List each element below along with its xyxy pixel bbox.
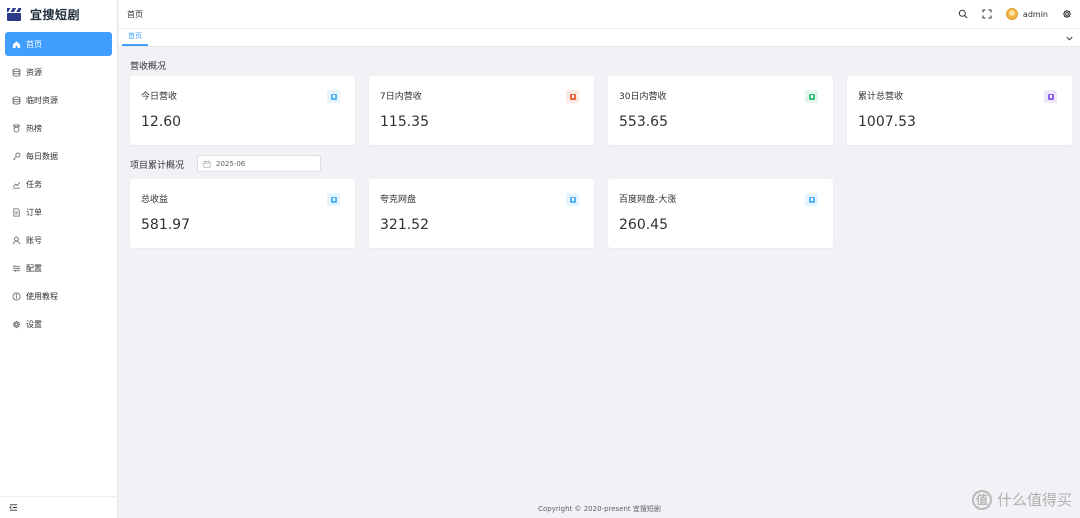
sidebar-item-label: 订单 [26,207,42,217]
watermark-text: 什么值得买 [996,491,1072,509]
sidebar-item-label: 每日数据 [26,151,58,161]
sidebar-item-settings[interactable]: 设置 [5,312,112,336]
sidebar-item-label: 任务 [26,179,42,189]
download-icon [566,90,579,103]
project-card-baidu: 百度网盘-大涨 260.45 [608,179,833,248]
top-header: 首页 admin [119,0,1080,29]
database-icon [11,95,21,105]
card-title: 今日营收 [141,92,178,102]
medal-icon [11,123,21,133]
download-icon [566,193,579,206]
clapperboard-logo-icon [7,7,21,21]
sidebar-item-home[interactable]: 首页 [5,32,112,56]
project-card-total: 总收益 581.97 [130,179,355,248]
main-content: 营收概况 今日营收 12.60 7日内营收 115.35 30日内营收 553.… [119,48,1080,518]
download-icon [327,193,340,206]
month-picker-value: 2025-06 [216,159,246,168]
sidebar-item-tutorial[interactable]: 使用教程 [5,284,112,308]
revenue-section-title: 营收概况 [130,62,167,72]
sidebar-item-label: 热榜 [26,123,42,133]
chart-icon [11,179,21,189]
card-title: 7日内营收 [380,92,422,102]
card-value: 581.97 [141,217,190,233]
watermark-logo: 值 [971,489,992,510]
sidebar-item-accounts[interactable]: 账号 [5,228,112,252]
settings-gear-icon[interactable] [1061,9,1072,20]
header-actions: admin [958,8,1072,20]
sidebar-item-label: 账号 [26,235,42,245]
app-title: 宜搜短剧 [30,7,81,22]
revenue-card-30day: 30日内营收 553.65 [608,76,833,145]
gear-icon [11,319,21,329]
sidebar-item-hot-list[interactable]: 热榜 [5,116,112,140]
card-value: 12.60 [141,114,182,130]
card-value: 1007.53 [858,114,916,130]
card-title: 夸克网盘 [380,195,417,205]
sliders-icon [11,263,21,273]
card-title: 30日内营收 [619,92,667,102]
search-icon[interactable] [958,9,969,20]
sidebar-item-label: 首页 [26,39,42,49]
sidebar-item-daily-data[interactable]: 每日数据 [5,144,112,168]
sidebar-collapse-button[interactable] [0,496,118,518]
user-icon [11,235,21,245]
chevron-down-icon[interactable] [1064,33,1074,43]
sidebar-item-temp-resources[interactable]: 临时资源 [5,88,112,112]
card-title: 总收益 [141,195,169,205]
sidebar-item-tasks[interactable]: 任务 [5,172,112,196]
breadcrumb[interactable]: 首页 [127,9,143,20]
collapse-menu-icon [9,504,18,511]
revenue-card-total: 累计总营收 1007.53 [847,76,1072,145]
database-icon [11,67,21,77]
tab-home[interactable]: 首页 [122,28,148,46]
card-title: 累计总营收 [858,92,904,102]
home-icon [11,39,21,49]
sidebar-item-config[interactable]: 配置 [5,256,112,280]
watermark: 值 什么值得买 [971,489,1072,510]
sidebar-item-label: 资源 [26,67,42,77]
revenue-card-today: 今日营收 12.60 [130,76,355,145]
sidebar: 宜搜短剧 首页 资源 临时资源 热榜 每日数据 任务 订单 账号 配置 使用教程… [0,0,118,518]
download-icon [327,90,340,103]
revenue-card-7day: 7日内营收 115.35 [369,76,594,145]
info-icon [11,291,21,301]
card-value: 115.35 [380,114,429,130]
sidebar-item-label: 使用教程 [26,291,58,301]
key-icon [11,151,21,161]
projects-section-title: 项目累计概况 [130,161,185,171]
month-picker[interactable]: 2025-06 [197,155,321,172]
username: admin [1022,9,1048,19]
card-value: 260.45 [619,217,668,233]
sidebar-item-label: 配置 [26,263,42,273]
sidebar-item-label: 设置 [26,319,42,329]
tabs-bar: 首页 [119,29,1080,47]
sidebar-item-label: 临时资源 [26,95,58,105]
sidebar-item-resources[interactable]: 资源 [5,60,112,84]
card-value: 321.52 [380,217,429,233]
download-icon [805,193,818,206]
brand[interactable]: 宜搜短剧 [0,0,117,28]
download-icon [1044,90,1057,103]
sidebar-menu: 首页 资源 临时资源 热榜 每日数据 任务 订单 账号 配置 使用教程 设置 [0,32,117,336]
card-value: 553.65 [619,114,668,130]
footer-copyright: Copyright © 2020-present 宜搜短剧 [538,505,661,513]
fullscreen-icon[interactable] [982,9,993,20]
avatar [1005,8,1018,20]
calendar-icon [203,160,211,168]
download-icon [805,90,818,103]
sidebar-item-orders[interactable]: 订单 [5,200,112,224]
project-card-quark: 夸克网盘 321.52 [369,179,594,248]
card-title: 百度网盘-大涨 [619,195,677,205]
document-icon [11,207,21,217]
user-menu[interactable]: admin [1005,8,1048,20]
